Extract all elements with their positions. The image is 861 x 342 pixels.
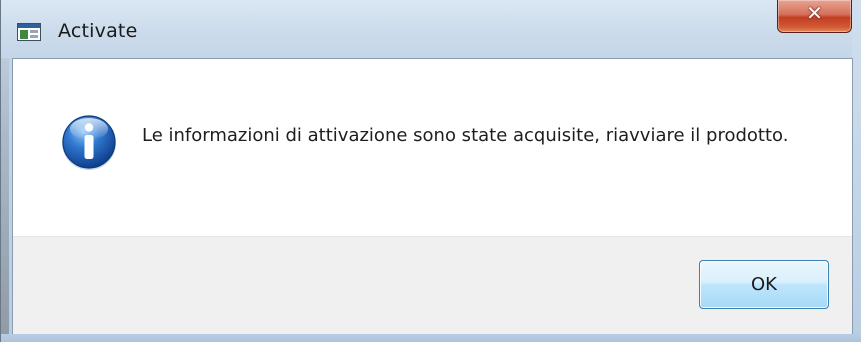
dialog-message: Le informazioni di attivazione sono stat… [142,125,789,146]
info-icon [62,115,116,170]
window-right-frame [852,0,861,342]
close-icon: ✕ [806,1,823,25]
application-window-icon[interactable] [17,23,41,41]
window-bottom-frame [1,334,861,342]
ok-button[interactable]: OK [699,260,829,309]
dialog-body: Le informazioni di attivazione sono stat… [12,58,853,335]
dialog-window: Activate ✕ Le informazioni di attivazion… [0,0,861,342]
window-title: Activate [58,20,138,42]
close-button[interactable]: ✕ [777,0,852,33]
title-bar[interactable]: Activate ✕ [1,0,861,58]
